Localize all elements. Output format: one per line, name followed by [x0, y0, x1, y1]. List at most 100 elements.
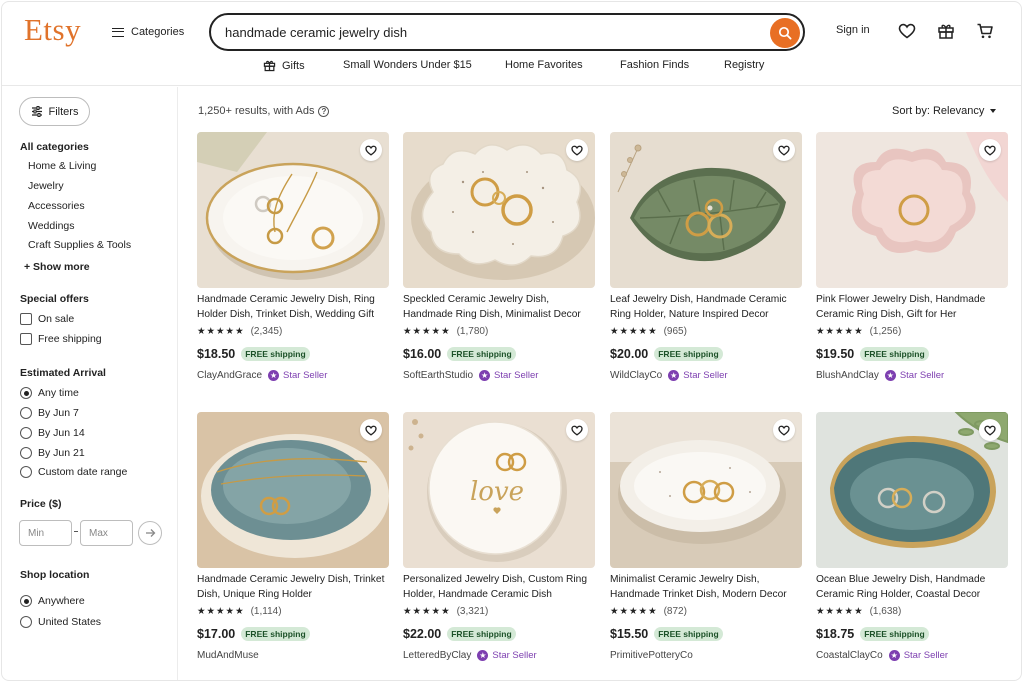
product-price: $18.50 — [197, 347, 236, 361]
sign-in-link[interactable]: Sign in — [836, 24, 870, 36]
product-image[interactable] — [816, 132, 1008, 288]
sort-dropdown[interactable]: Sort by: Relevancy — [892, 105, 997, 117]
product-photo — [610, 412, 802, 568]
favorite-button[interactable] — [360, 139, 382, 161]
show-more-link[interactable]: + Show more — [24, 261, 90, 273]
category-craft-supplies[interactable]: Craft Supplies & Tools — [28, 239, 131, 251]
product-price: $16.00 — [403, 347, 442, 361]
on-sale-checkbox[interactable]: On sale — [20, 313, 74, 325]
category-home-living[interactable]: Home & Living — [28, 160, 96, 172]
price-heading: Price ($) — [20, 498, 62, 510]
star-seller-badge: ★ Star Seller — [888, 650, 948, 661]
gift-icon — [263, 60, 276, 72]
seller-row: ClayAndGrace ★ Star Seller — [197, 370, 327, 381]
star-seller-icon: ★ — [888, 650, 900, 661]
question-icon[interactable]: ? — [318, 105, 330, 117]
product-rating: ★★★★★ (3,321) — [403, 606, 488, 617]
product-image[interactable] — [610, 132, 802, 288]
location-united-states-radio[interactable]: United States — [20, 616, 101, 628]
product-image[interactable] — [816, 412, 1008, 568]
shop-name[interactable]: BlushAndClay — [816, 370, 879, 381]
star-seller-badge: ★ Star Seller — [477, 650, 537, 661]
search-button[interactable] — [770, 18, 800, 48]
free-shipping-checkbox[interactable]: Free shipping — [20, 333, 102, 345]
star-seller-badge: ★ Star Seller — [479, 370, 538, 381]
gifts-button[interactable] — [935, 20, 957, 42]
product-image[interactable] — [610, 412, 802, 568]
product-title[interactable]: Pink Flower Jewelry Dish, Handmade Ceram… — [816, 293, 1008, 322]
subnav-registry[interactable]: Registry — [724, 59, 764, 71]
product-image[interactable] — [197, 132, 389, 288]
star-seller-badge: ★ Star Seller — [884, 370, 944, 381]
subnav-small-wonders[interactable]: Small Wonders Under $15 — [343, 59, 472, 71]
categories-button[interactable]: Categories — [112, 22, 184, 42]
product-title[interactable]: Handmade Ceramic Jewelry Dish, Trinket D… — [197, 573, 389, 602]
arrival-any-time-radio[interactable]: Any time — [20, 387, 79, 399]
subnav-fashion-finds[interactable]: Fashion Finds — [620, 59, 689, 71]
product-title[interactable]: Personalized Jewelry Dish, Custom Ring H… — [403, 573, 595, 602]
price-apply-button[interactable] — [138, 521, 162, 545]
subnav-gifts[interactable]: Gifts — [263, 59, 305, 72]
price-max-input[interactable]: Max — [80, 520, 133, 546]
star-seller-icon: ★ — [884, 370, 896, 381]
favorite-button[interactable] — [566, 419, 588, 441]
arrival-jun-21-radio[interactable]: By Jun 21 — [20, 447, 85, 459]
search-bar — [209, 13, 805, 51]
subnav-home-favorites[interactable]: Home Favorites — [505, 59, 583, 71]
product-price: $22.00 — [403, 627, 442, 641]
arrival-jun-7-radio[interactable]: By Jun 7 — [20, 407, 79, 419]
filters-button[interactable]: Filters — [19, 97, 90, 126]
arrival-custom-radio[interactable]: Custom date range — [20, 466, 127, 478]
product-title[interactable]: Ocean Blue Jewelry Dish, Handmade Cerami… — [816, 573, 1008, 602]
price-row: $18.75 FREE shipping — [816, 627, 929, 641]
free-shipping-badge: FREE shipping — [447, 347, 516, 361]
radio-label: United States — [38, 616, 102, 628]
free-shipping-badge: FREE shipping — [241, 627, 310, 641]
star-rating: ★★★★★ — [610, 606, 658, 617]
price-min-input[interactable]: Min — [19, 520, 72, 546]
product-title[interactable]: Leaf Jewelry Dish, Handmade Ceramic Ring… — [610, 293, 802, 322]
favorite-button[interactable] — [773, 419, 795, 441]
product-image[interactable] — [197, 412, 389, 568]
cart-button[interactable] — [974, 20, 996, 42]
favorite-button[interactable] — [360, 419, 382, 441]
star-seller-icon: ★ — [477, 650, 489, 661]
product-rating: ★★★★★ (1,114) — [197, 606, 282, 617]
shop-name[interactable]: MudAndMuse — [197, 650, 259, 661]
all-categories-link[interactable]: All categories — [20, 141, 89, 153]
shop-name[interactable]: WildClayCo — [610, 370, 662, 381]
favorite-button[interactable] — [979, 139, 1001, 161]
shop-name[interactable]: PrimitivePotteryCo — [610, 650, 693, 661]
arrival-jun-14-radio[interactable]: By Jun 14 — [20, 427, 85, 439]
location-anywhere-radio[interactable]: Anywhere — [20, 595, 85, 607]
category-accessories[interactable]: Accessories — [28, 200, 85, 212]
product-image[interactable] — [403, 132, 595, 288]
search-input[interactable] — [225, 22, 765, 42]
favorites-button[interactable] — [896, 20, 918, 42]
category-weddings[interactable]: Weddings — [28, 220, 75, 232]
shop-name[interactable]: LetteredByClay — [403, 650, 471, 661]
star-seller-icon: ★ — [668, 370, 680, 381]
review-count: (1,780) — [456, 326, 489, 337]
free-shipping-badge: FREE shipping — [860, 347, 929, 361]
product-title[interactable]: Speckled Ceramic Jewelry Dish, Handmade … — [403, 293, 595, 322]
product-title[interactable]: Handmade Ceramic Jewelry Dish, Ring Hold… — [197, 293, 389, 322]
estimated-arrival-heading: Estimated Arrival — [20, 367, 106, 379]
shop-name[interactable]: SoftEarthStudio — [403, 370, 473, 381]
favorite-button[interactable] — [979, 419, 1001, 441]
product-rating: ★★★★★ (965) — [610, 326, 687, 337]
product-title[interactable]: Minimalist Ceramic Jewelry Dish, Handmad… — [610, 573, 802, 602]
product-rating: ★★★★★ (1,780) — [403, 326, 488, 337]
shop-name[interactable]: ClayAndGrace — [197, 370, 262, 381]
review-count: (872) — [663, 606, 687, 617]
favorite-button[interactable] — [566, 139, 588, 161]
shop-name[interactable]: CoastalClayCo — [816, 650, 883, 661]
category-jewelry[interactable]: Jewelry — [28, 180, 64, 192]
etsy-logo[interactable]: Etsy — [24, 12, 81, 48]
favorite-button[interactable] — [773, 139, 795, 161]
product-image[interactable]: love — [403, 412, 595, 568]
checkbox-label: Free shipping — [38, 333, 102, 345]
seller-row: CoastalClayCo ★ Star Seller — [816, 650, 948, 661]
heart-icon — [571, 145, 583, 156]
review-count: (3,321) — [456, 606, 489, 617]
